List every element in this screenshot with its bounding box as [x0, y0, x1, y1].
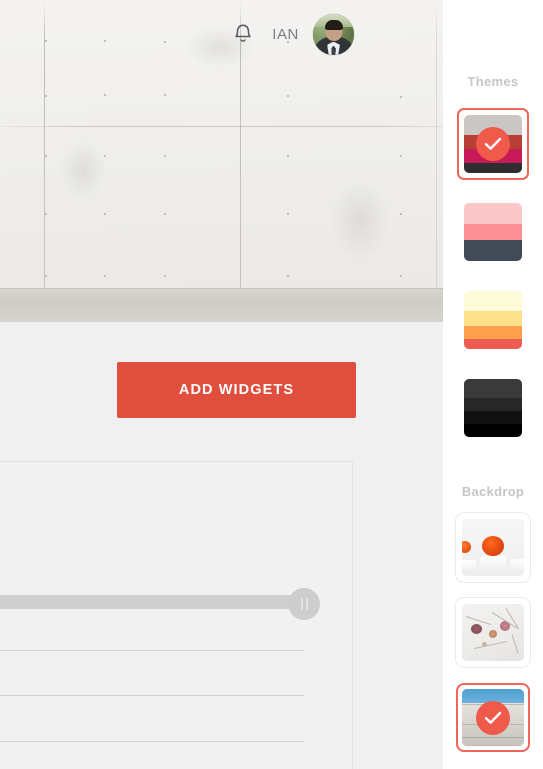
check-icon — [476, 127, 510, 161]
theme-preview — [464, 379, 522, 437]
check-icon — [476, 700, 510, 735]
user-name-label: IAN — [272, 25, 299, 43]
wall-seam — [0, 126, 443, 127]
wall-seam — [44, 0, 45, 322]
main-canvas: IAN ADD WIDGETS — [0, 0, 443, 769]
wall-floor — [0, 288, 443, 322]
top-bar: IAN — [228, 0, 443, 68]
list-divider — [0, 741, 304, 742]
theme-swatch-noir[interactable] — [457, 372, 529, 444]
theme-preview — [464, 291, 522, 349]
backdrop-thumb-orange-flowers[interactable] — [456, 513, 530, 582]
backdrop-section-label: Backdrop — [461, 484, 525, 499]
backdrop-thumb-concrete-building[interactable] — [456, 683, 530, 752]
theme-swatch-crimson[interactable] — [457, 108, 529, 180]
dashboard-app: IAN ADD WIDGETS Themes Backdrop — [0, 0, 543, 769]
backdrop-thumb-dried-flowers[interactable] — [456, 598, 530, 667]
theme-swatch-sunrise[interactable] — [457, 284, 529, 356]
list-divider — [0, 695, 304, 696]
list-divider — [0, 650, 304, 651]
pause-icon[interactable] — [288, 588, 320, 620]
settings-panel: Themes Backdrop — [443, 0, 543, 769]
backdrop-preview — [462, 604, 524, 661]
progress-bar-track[interactable] — [0, 595, 305, 609]
wall-smudge — [60, 140, 106, 200]
backdrops-list — [443, 513, 543, 768]
theme-swatch-blush[interactable] — [457, 196, 529, 268]
backdrop-preview — [462, 519, 524, 576]
user-avatar[interactable] — [313, 13, 354, 55]
themes-section-label: Themes — [467, 74, 519, 89]
theme-preview — [464, 203, 522, 261]
themes-list — [443, 108, 543, 460]
notifications-bell-icon[interactable] — [228, 19, 258, 49]
add-widgets-button[interactable]: ADD WIDGETS — [117, 362, 356, 418]
wall-smudge — [330, 180, 390, 260]
